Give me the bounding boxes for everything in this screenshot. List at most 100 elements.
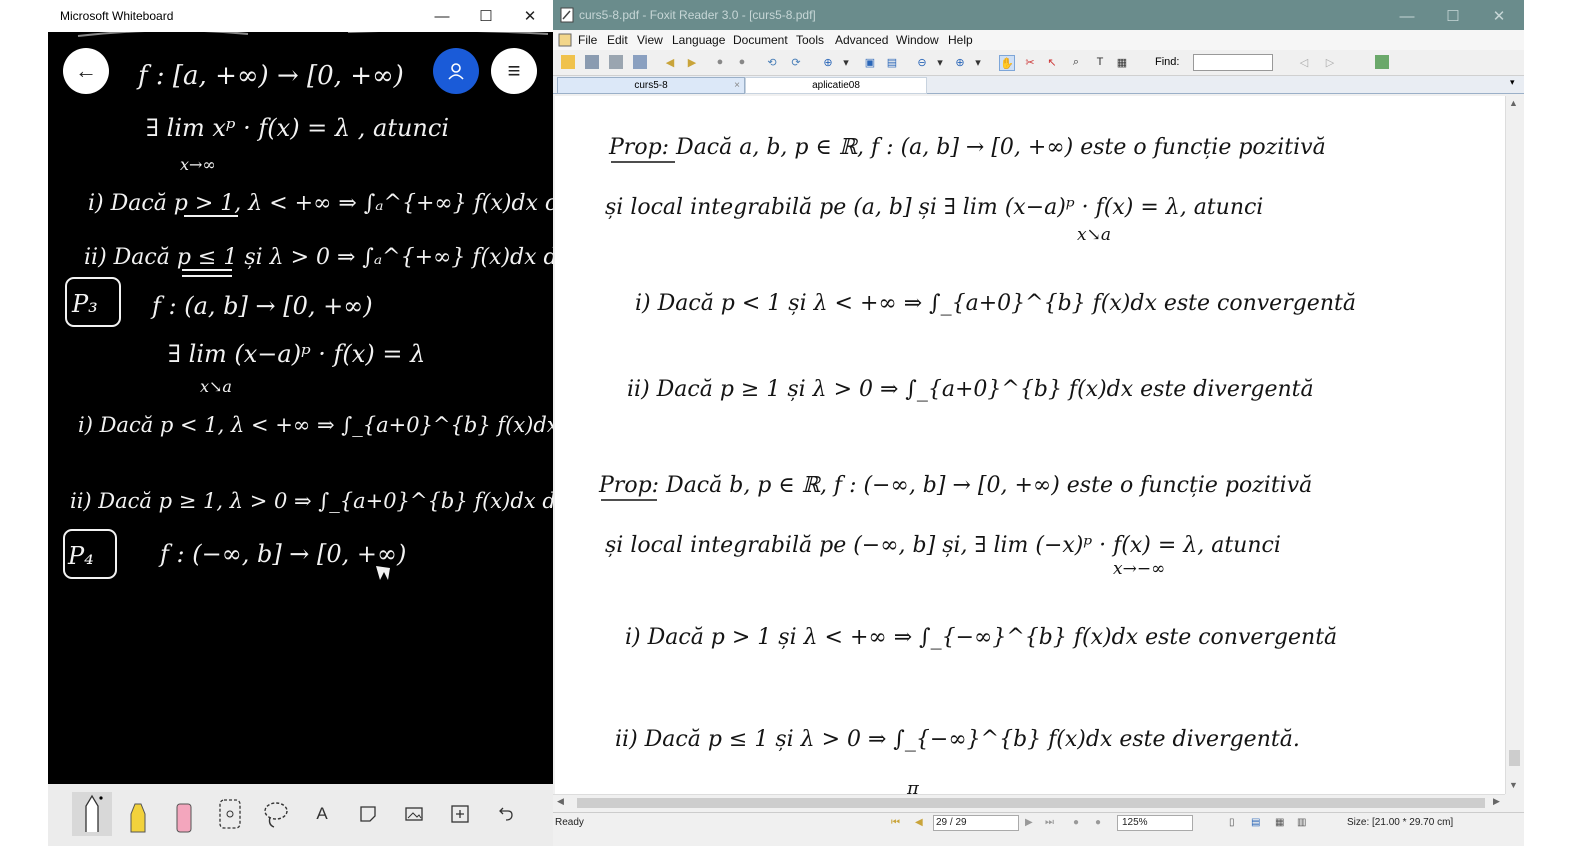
image-select-icon[interactable]: ▦ [1115, 55, 1129, 69]
print-icon[interactable] [609, 55, 623, 69]
binoculars-icon[interactable]: ⌕ [1069, 55, 1083, 69]
menu-file[interactable]: File [578, 33, 597, 47]
single-page-icon[interactable]: ▯ [1229, 817, 1235, 828]
pdf-line-7: și local integrabilă pe (−∞, b] și, ∃ li… [605, 533, 1281, 558]
continuous-facing-icon[interactable]: ▥ [1297, 817, 1306, 828]
scroll-up-icon[interactable]: ▲ [1509, 98, 1518, 108]
status-prev-page-icon[interactable]: ◀ [915, 817, 923, 828]
horizontal-scrollbar[interactable]: ◀ ▶ [553, 794, 1505, 811]
go-forward-icon[interactable]: ● [735, 55, 749, 69]
rotate-left-icon[interactable]: ⟲ [765, 55, 779, 69]
minimize-button[interactable]: — [420, 0, 464, 32]
pdf-line-1: Prop: Dacă a, b, p ∈ ℝ, f : (a, b] → [0,… [608, 135, 1326, 160]
scroll-down-icon[interactable]: ▼ [1509, 780, 1518, 790]
text-select-icon[interactable]: T [1093, 55, 1107, 69]
last-page-icon[interactable]: ⏭ [1045, 817, 1054, 828]
lasso-tool[interactable] [256, 792, 296, 836]
document-tabs: curs5-8 × aplicatie08 ▾ [553, 76, 1524, 94]
next-page-icon[interactable]: ▶ [685, 55, 699, 69]
find-input[interactable] [1193, 54, 1273, 71]
settings-menu-button[interactable]: ≡ [491, 48, 537, 94]
document-icon [558, 33, 572, 47]
underline-stroke [182, 269, 232, 277]
foxit-minimize-button[interactable]: — [1385, 0, 1429, 32]
pdf-page[interactable]: Prop: Dacă a, b, p ∈ ℝ, f : (a, b] → [0,… [555, 96, 1505, 794]
vertical-scrollbar[interactable]: ▲ ▼ [1505, 96, 1523, 794]
tabs-dropdown-icon[interactable]: ▾ [1510, 77, 1515, 88]
first-page-icon[interactable]: ⏮ [891, 817, 900, 828]
menu-window[interactable]: Window [896, 33, 939, 47]
scroll-thumb[interactable] [1509, 750, 1520, 766]
maximize-button[interactable]: ☐ [464, 0, 508, 32]
scroll-right-icon[interactable]: ▶ [1493, 796, 1500, 807]
save-icon[interactable] [585, 55, 599, 69]
fit-page-icon[interactable]: ▣ [863, 55, 877, 69]
hand-tool-icon[interactable]: ✋ [999, 55, 1015, 71]
fit-width-icon[interactable]: ▤ [885, 55, 899, 69]
menu-advanced[interactable]: Advanced [835, 33, 888, 47]
foxit-window: curs5-8.pdf - Foxit Reader 3.0 - [curs5-… [553, 0, 1524, 846]
snapshot-icon[interactable]: ✂ [1023, 55, 1037, 69]
eraser-tool[interactable] [164, 792, 204, 836]
text-tool[interactable]: A [302, 792, 342, 836]
pdf-line-2: și local integrabilă pe (a, b] și ∃ lim … [605, 195, 1263, 220]
zoom-in-dropdown-icon[interactable]: ▾ [971, 55, 985, 69]
wb-line-13: f : (−∞, b] → [0, +∞) [158, 540, 406, 568]
select-icon[interactable]: ↖ [1045, 55, 1059, 69]
find-prev-icon[interactable]: ◁ [1297, 55, 1311, 69]
tab-aplicatie08[interactable]: aplicatie08 [745, 77, 927, 94]
add-tool[interactable] [440, 792, 480, 836]
page-number-field[interactable]: 29 / 29 [933, 815, 1019, 831]
pdf-line-4: i) Dacă p < 1 și λ < +∞ ⇒ ∫_{a+0}^{b} f(… [635, 291, 1356, 316]
menu-language[interactable]: Language [672, 33, 725, 47]
zoom-in-icon[interactable]: ⊕ [821, 55, 835, 69]
undo-icon [499, 807, 513, 821]
zoom-out-dropdown-icon[interactable]: ▾ [933, 55, 947, 69]
menu-tools[interactable]: Tools [796, 33, 824, 47]
zoom-in-2-icon[interactable]: ⊕ [953, 55, 967, 69]
zoom-dropdown-icon[interactable]: ▾ [839, 55, 853, 69]
account-button[interactable] [433, 48, 479, 94]
zoom-field[interactable]: 125% [1117, 815, 1193, 831]
pen-tool[interactable] [72, 792, 112, 836]
continuous-icon[interactable]: ▤ [1251, 817, 1260, 828]
whiteboard-title: Microsoft Whiteboard [60, 9, 174, 23]
menu-edit[interactable]: Edit [607, 33, 628, 47]
email-icon[interactable] [633, 55, 647, 69]
highlighter-tool[interactable] [118, 792, 158, 836]
menu-view[interactable]: View [637, 33, 663, 47]
status-back-icon[interactable]: ● [1073, 817, 1079, 828]
menu-help[interactable]: Help [948, 33, 973, 47]
facing-icon[interactable]: ▦ [1275, 817, 1284, 828]
ruler-tool[interactable] [210, 792, 250, 836]
foxit-maximize-button[interactable]: ☐ [1431, 0, 1475, 32]
h-scroll-thumb[interactable] [577, 798, 1485, 808]
back-button[interactable]: ← [63, 48, 109, 94]
status-ready: Ready [555, 817, 584, 828]
whiteboard-canvas[interactable]: f : [a, +∞) → [0, +∞) ∃ lim xᵖ · f(x) = … [48, 32, 553, 784]
image-tool[interactable] [394, 792, 434, 836]
foxit-close-button[interactable]: ✕ [1477, 0, 1521, 32]
find-next-icon[interactable]: ▷ [1323, 55, 1337, 69]
hamburger-icon: ≡ [507, 58, 521, 83]
go-back-icon[interactable]: ● [713, 55, 727, 69]
screenshot-icon[interactable] [1375, 55, 1389, 69]
tab-close-icon[interactable]: × [734, 78, 740, 93]
zoom-out-icon[interactable]: ⊖ [915, 55, 929, 69]
rotate-right-icon[interactable]: ⟳ [789, 55, 803, 69]
pdf-line-3: x↘a [1077, 225, 1111, 245]
image-icon [405, 807, 423, 821]
person-icon [448, 63, 464, 80]
note-tool[interactable] [348, 792, 388, 836]
tab-curs5-8[interactable]: curs5-8 × [557, 77, 745, 94]
open-icon[interactable] [561, 55, 575, 69]
status-forward-icon[interactable]: ● [1095, 817, 1101, 828]
close-button[interactable]: ✕ [508, 0, 552, 32]
scroll-left-icon[interactable]: ◀ [557, 796, 564, 807]
menu-document[interactable]: Document [733, 33, 788, 47]
wb-line-1: f : [a, +∞) → [0, +∞) [136, 61, 404, 91]
prev-page-icon[interactable]: ◀ [663, 55, 677, 69]
status-next-page-icon[interactable]: ▶ [1025, 817, 1033, 828]
undo-tool[interactable] [486, 792, 526, 836]
highlighter-icon [130, 803, 146, 833]
